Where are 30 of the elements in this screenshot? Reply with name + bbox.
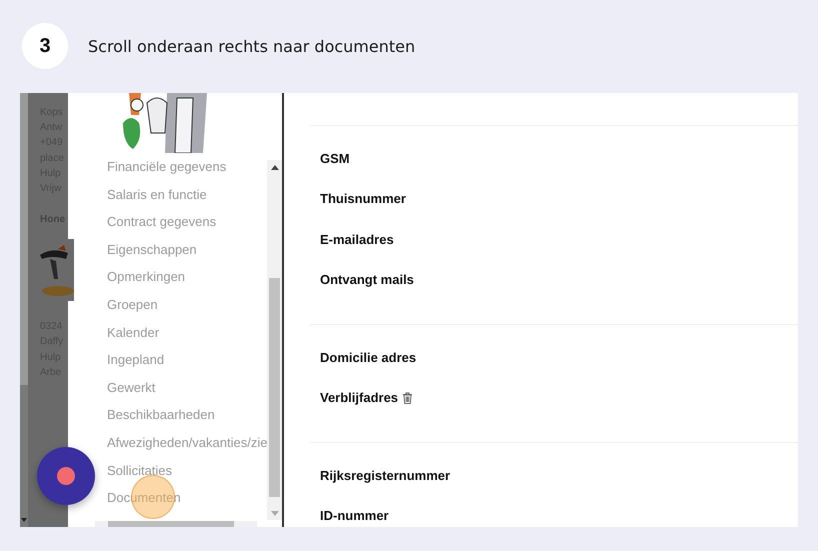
menu-item[interactable]: Contract gegevens	[107, 208, 267, 236]
field-label: ID-nummer	[320, 508, 389, 524]
field-label: Verblijfadres	[320, 390, 398, 406]
step-instruction: Scroll onderaan rechts naar documenten	[88, 36, 416, 56]
field-label: E-mailadres	[320, 232, 394, 247]
scrollbar[interactable]	[267, 160, 282, 520]
menu-item[interactable]: Beschikbaarheden	[107, 401, 267, 429]
menu-item[interactable]: Gewerkt	[107, 374, 267, 402]
scrollbar[interactable]	[20, 93, 28, 527]
menu-item[interactable]: Groepen	[107, 290, 267, 319]
field-label: Thuisnummer	[320, 191, 406, 206]
menu-item[interactable]: Salaris en functie	[107, 180, 267, 208]
menu-item[interactable]: Sollicitaties	[107, 456, 267, 484]
menu-item[interactable]: Eigenschappen	[107, 236, 267, 264]
menu-item[interactable]: Kalender	[107, 318, 267, 346]
menu-item[interactable]: Ingepland	[107, 346, 267, 374]
horizontal-scrollbar[interactable]	[95, 521, 257, 527]
field-label: GSM	[320, 150, 350, 166]
trash-icon[interactable]	[402, 392, 414, 404]
menu-item[interactable]: Opmerkingen	[107, 263, 267, 291]
menu-item[interactable]: Afwezigheden/vakanties/zie	[107, 428, 267, 457]
menu-item[interactable]: Financiële gegevens	[107, 153, 267, 181]
up-arrow-icon[interactable]	[270, 165, 278, 170]
field-label: Rijksregisternummer	[320, 468, 450, 483]
field-label: Ontvangt mails	[320, 272, 414, 288]
record-button[interactable]	[37, 447, 95, 505]
step-number: 3	[22, 23, 68, 69]
down-arrow-icon[interactable]	[20, 517, 28, 523]
field-label: Domicilie adres	[320, 350, 416, 365]
down-arrow-icon[interactable]	[270, 511, 278, 516]
